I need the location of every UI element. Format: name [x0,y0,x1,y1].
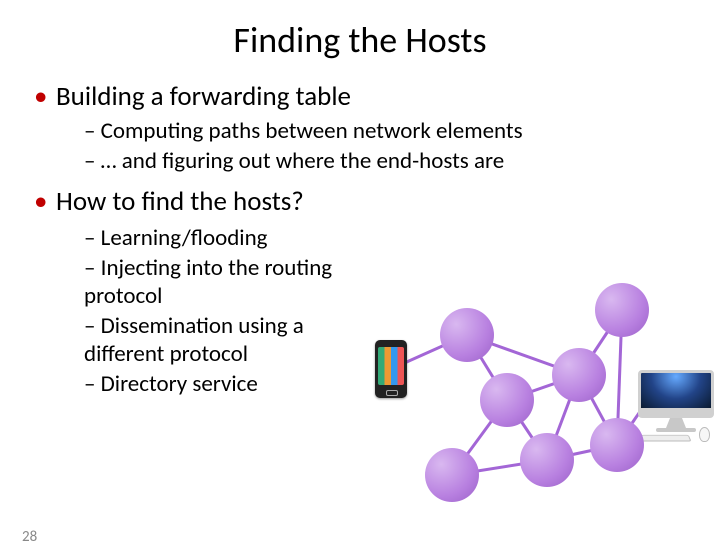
network-node-icon [440,308,494,362]
bullet-building-forwarding-table: •Building a forwarding table [34,80,692,113]
subbullet-directory-service: – Directory service [84,370,354,398]
network-node-icon [595,283,649,337]
network-node-icon [552,348,606,402]
subbullet-text: Dissemination using a different protocol [84,312,304,368]
subbullet-text: Learning/flooding [101,224,268,252]
network-diagram [370,278,720,538]
slide-title: Finding the Hosts [0,18,720,62]
bullet-dot-icon: • [34,185,56,218]
network-node-icon [590,418,644,472]
network-node-icon [425,448,479,502]
subbullet-end-hosts: – … and figuring out where the end-hosts… [84,147,692,175]
page-number: 28 [22,528,37,546]
desktop-computer-icon [638,370,714,440]
subbullet-text: Computing paths between network elements [101,117,523,145]
network-node-icon [480,373,534,427]
bullet-text: How to find the hosts? [56,185,304,218]
smartphone-icon [375,340,407,398]
bullet-text: Building a forwarding table [56,80,351,113]
subbullet-text: … and figuring out where the end-hosts a… [101,147,505,175]
subbullet-dissemination: – Dissemination using a different protoc… [84,312,354,368]
subbullet-learning-flooding: – Learning/flooding [84,224,354,252]
subbullet-injecting-routing: – Injecting into the routing protocol [84,254,354,310]
network-node-icon [520,433,574,487]
bullet-dot-icon: • [34,80,56,113]
subbullet-text: Injecting into the routing protocol [84,254,332,310]
subbullet-text: Directory service [101,370,258,398]
bullet-how-to-find-hosts: •How to find the hosts? [34,185,692,218]
subbullet-computing-paths: – Computing paths between network elemen… [84,117,692,145]
